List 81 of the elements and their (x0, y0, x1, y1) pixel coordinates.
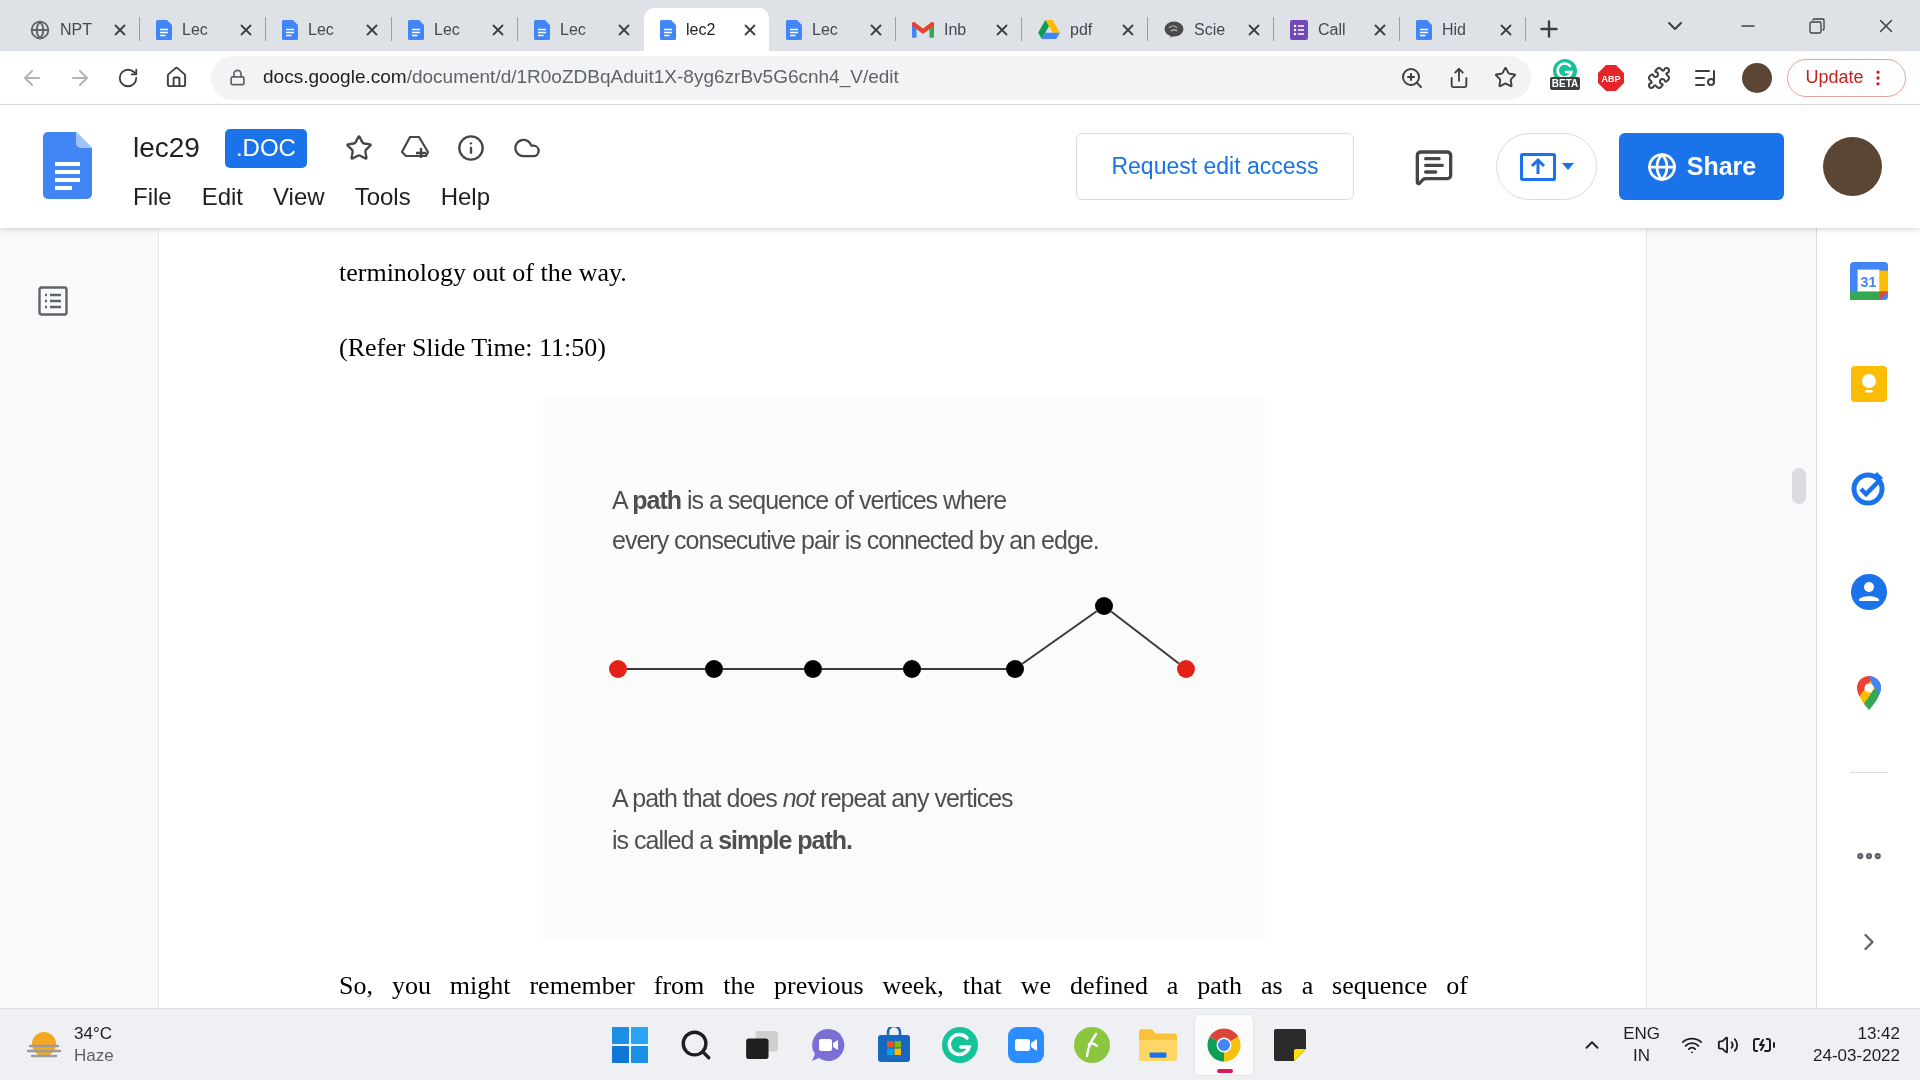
stop-sign-icon[interactable]: ABP (1598, 64, 1624, 91)
browser-tab[interactable]: Scie (1148, 8, 1273, 51)
document-icon (1416, 19, 1432, 40)
document-icon (786, 19, 802, 40)
document-icon (660, 19, 676, 40)
browser-tab[interactable]: Inb (896, 8, 1021, 51)
browser-tab[interactable]: Lec (266, 8, 391, 51)
document-icon (534, 19, 550, 40)
ring-logo-icon (1206, 1026, 1242, 1063)
leaf-icon (1074, 1026, 1110, 1063)
sun-haze-icon (26, 1029, 62, 1060)
reload-icon[interactable] (117, 66, 139, 89)
list-icon[interactable] (38, 286, 68, 316)
caret-down-icon (1561, 163, 1574, 170)
browser-tab[interactable]: Lec (392, 8, 517, 51)
graph-edge (1110, 610, 1180, 665)
browser-tab[interactable]: Lec (770, 8, 895, 51)
home-icon[interactable] (164, 66, 188, 89)
request-edit-access-button[interactable]: Request edit access (1076, 133, 1354, 200)
round-logo-icon (942, 1026, 978, 1063)
scrollbar-thumb[interactable] (1792, 468, 1806, 504)
browser-tab[interactable]: pdf (1022, 8, 1147, 51)
document-icon (408, 19, 424, 40)
m-logo-icon (912, 21, 934, 38)
round-logo-icon (1164, 20, 1184, 39)
weather-widget[interactable]: 34°C Haze (26, 1022, 122, 1067)
person-circle-icon[interactable] (1850, 574, 1887, 610)
globe-icon (1646, 151, 1677, 182)
folder-icon (1139, 1028, 1177, 1061)
docs-logo-icon[interactable] (43, 132, 92, 199)
square-arrow-up-icon (1519, 152, 1556, 181)
body-text: So, you might remember from the previous week, that we defined a path as a sequence of (339, 970, 1468, 1002)
share-icon[interactable] (1448, 66, 1470, 89)
extension-button[interactable]: BETA (1549, 58, 1581, 97)
map-pin-icon[interactable] (1856, 676, 1881, 710)
browser-tab[interactable]: NPT (14, 8, 139, 51)
browser-tab[interactable]: Lec (140, 8, 265, 51)
bookmark-star-icon[interactable] (1494, 66, 1517, 89)
update-button[interactable]: Update (1787, 58, 1906, 97)
menu-item[interactable]: File (133, 182, 172, 212)
temperature-text: 34°C (74, 1022, 113, 1045)
menu-item[interactable]: View (273, 182, 325, 212)
puzzle-icon[interactable] (1647, 65, 1671, 90)
browser-tab[interactable]: Lec (518, 8, 643, 51)
body-text: (Refer Slide Time: 11:50) (339, 332, 606, 364)
restore-icon[interactable] (1808, 17, 1825, 34)
document-title: lec29 (133, 131, 200, 165)
overlapping-squares-icon (746, 1030, 778, 1059)
sticky-note-icon (1274, 1028, 1306, 1061)
lock-icon (229, 69, 246, 86)
shopping-bag-icon (876, 1026, 912, 1063)
address-bar[interactable]: docs.google.com/document/d/1R0oZDBqAduit1X-8yg6zrBv5G6cnh4_V/edit (211, 55, 1531, 100)
menu-item[interactable]: Help (440, 182, 490, 212)
check-circle-icon[interactable] (1850, 470, 1887, 506)
browser-tab[interactable]: Hid (1400, 8, 1525, 51)
list-icon (1290, 19, 1308, 40)
document-icon (282, 19, 298, 40)
weather-condition: Haze (74, 1044, 114, 1067)
info-icon[interactable] (456, 134, 485, 162)
star-icon[interactable] (344, 134, 373, 162)
slide-definition: A path is a sequence of vertices where every consecutive pair is connected by an edge. (612, 485, 1099, 556)
triangle-logo-icon (1038, 20, 1060, 39)
clock-button[interactable]: 13:42 24-03-2022 (1796, 1022, 1900, 1067)
calendar-icon[interactable]: 31 (1849, 262, 1888, 300)
zoom-icon[interactable] (1400, 65, 1424, 90)
window-panes-icon (612, 1026, 648, 1063)
language-indicator[interactable]: ENG IN (1623, 1022, 1660, 1067)
file-type-badge: .DOC (224, 128, 307, 168)
triangle-plus-icon[interactable] (400, 135, 429, 161)
profile-avatar[interactable] (1742, 62, 1772, 93)
video-camera-icon (1008, 1026, 1044, 1063)
chat-bubble-icon (810, 1026, 846, 1063)
menu-item[interactable]: Edit (201, 182, 244, 212)
slide-note: A path that does not repeat any vertices is called a simple path. (612, 783, 1013, 856)
browser-tab[interactable]: lec2 (644, 8, 769, 51)
share-button[interactable]: Share (1619, 133, 1784, 200)
menu-item[interactable]: Tools (354, 182, 411, 212)
document-icon (156, 19, 172, 40)
body-text: terminology out of the way. (339, 257, 627, 289)
globe-icon (30, 19, 50, 40)
browser-tab[interactable]: Call (1274, 8, 1399, 51)
